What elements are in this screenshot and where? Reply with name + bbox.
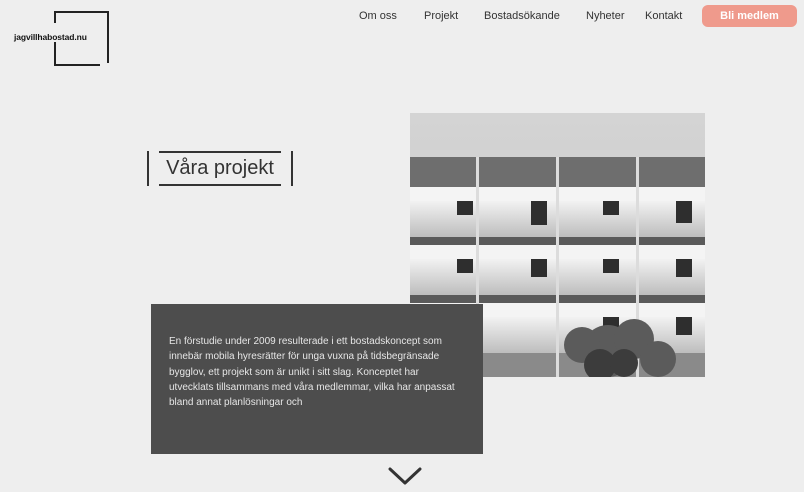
nav-item-kontakt[interactable]: Kontakt [645,10,682,22]
main-nav: Om oss Projekt Bostadsökande Nyheter Kon… [0,9,804,29]
page-title: Våra projekt [166,157,274,179]
logo-text: jagvillhabostad.nu [14,32,89,42]
chevron-down-icon[interactable] [388,466,422,486]
become-member-button[interactable]: Bli medlem [702,5,797,27]
nav-item-bostadsokande[interactable]: Bostadsökande [484,10,560,22]
nav-item-projekt[interactable]: Projekt [424,10,458,22]
page-title-frame: Våra projekt [147,151,293,186]
nav-item-om-oss[interactable]: Om oss [359,10,397,22]
project-description-card: En förstudie under 2009 resulterade i et… [151,304,483,454]
nav-item-nyheter[interactable]: Nyheter [586,10,625,22]
project-description: En förstudie under 2009 resulterade i et… [169,336,455,409]
